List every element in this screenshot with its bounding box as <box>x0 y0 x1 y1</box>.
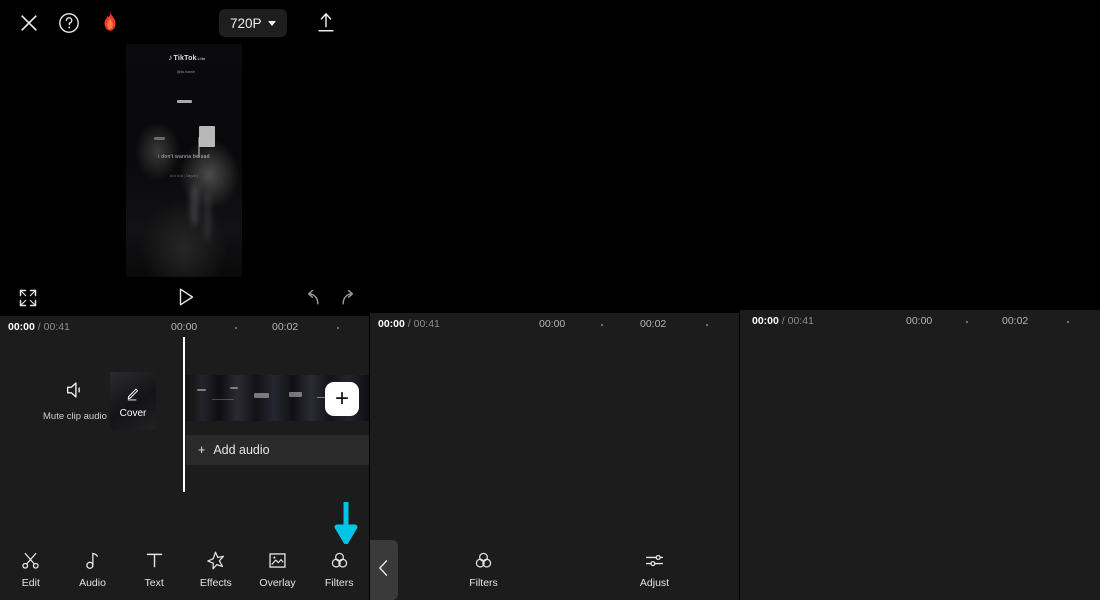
add-audio-track-panel1[interactable]: + Add audio <box>186 435 370 465</box>
three-circles-icon <box>473 550 494 572</box>
tool-filters-panel2[interactable]: Filters <box>398 538 569 600</box>
ruler-tick-0: 00:00 <box>539 318 566 330</box>
tool-overlay[interactable]: Overlay <box>247 550 309 589</box>
upload-icon[interactable] <box>315 11 337 35</box>
time-separator: / <box>404 318 414 330</box>
playback-controls-panel1 <box>0 280 370 316</box>
mute-clip-audio-label: Mute clip audio <box>43 411 107 422</box>
total-time: 00:41 <box>43 321 70 333</box>
time-separator: / <box>34 321 44 333</box>
back-button-panel2[interactable] <box>370 540 398 600</box>
panel-editor-main: 720P ♪ TikTok Lite @ds.namle i don't wan… <box>0 0 370 600</box>
expand-icon[interactable] <box>18 288 38 308</box>
current-time: 00:00 <box>8 321 35 333</box>
help-circle-icon[interactable] <box>58 12 80 34</box>
tiktok-lite-label: Lite <box>197 56 206 62</box>
tool-overlay-label: Overlay <box>259 576 296 589</box>
top-bar-panel2: 720P <box>370 0 740 45</box>
ruler-dot-1 <box>966 321 968 323</box>
video-frame: ♪ TikTok Lite @ds.namle i don't wanna be… <box>126 44 242 277</box>
timeline-panel2[interactable]: 00:00 / 00:41 00:00 00:02 <box>370 313 740 538</box>
tiktok-watermark: ♪ TikTok Lite <box>168 53 205 62</box>
resolution-selector-panel1[interactable]: 720P <box>219 9 287 37</box>
video-caption-sub: la la la la | Dayzin | <box>169 174 199 179</box>
pencil-icon <box>125 384 142 406</box>
ruler-tick-0: 00:00 <box>171 321 198 333</box>
filters-toolbar-items-panel2: Filters Adjust <box>398 538 740 600</box>
ruler-tick-0: 00:00 <box>906 315 933 327</box>
panel-filters-submenu: 720P ♪ TikTok Lite @ds.namle <box>370 0 740 600</box>
tool-filters-label-panel2: Filters <box>469 576 498 589</box>
tool-adjust-label-panel2: Adjust <box>639 576 670 589</box>
tiktok-username: @ds.namle <box>176 69 195 74</box>
ruler-dot-2 <box>337 327 339 329</box>
top-bar-panel3: 720P <box>740 0 1100 45</box>
sliders-icon <box>644 550 665 572</box>
tool-edit-label: Edit <box>21 576 40 589</box>
picture-frame-icon <box>267 550 288 572</box>
undo-icon[interactable] <box>302 288 322 308</box>
tool-audio-label: Audio <box>79 576 106 589</box>
add-clip-button-panel1[interactable]: + <box>325 382 359 416</box>
panel-divider-2 <box>739 0 740 600</box>
flame-icon[interactable] <box>99 11 121 35</box>
screenshot-stage: 720P ♪ TikTok Lite @ds.namle i don't wan… <box>0 0 1100 600</box>
tool-text[interactable]: Text <box>123 550 185 589</box>
text-t-icon <box>144 550 165 572</box>
three-circles-icon <box>329 550 350 572</box>
add-audio-label: Add audio <box>213 443 270 457</box>
ruler-dot-1 <box>235 327 237 329</box>
arrow-to-filters-panel1 <box>334 502 358 544</box>
play-icon[interactable] <box>175 286 197 308</box>
ruler-tick-1: 00:02 <box>1002 315 1029 327</box>
ruler-dot-1 <box>601 324 603 326</box>
tool-audio[interactable]: Audio <box>62 550 124 589</box>
total-time: 00:41 <box>413 318 440 330</box>
mute-clip-audio-button-panel1[interactable]: Mute clip audio <box>43 379 107 422</box>
ruler-dot-2 <box>706 324 708 326</box>
tool-filters[interactable]: Filters <box>308 550 370 589</box>
tiktok-note-glyph: ♪ <box>168 53 173 63</box>
ruler-dot-2 <box>1067 321 1069 323</box>
video-caption: i don't wanna be sad <box>158 153 210 160</box>
sparkle-star-icon <box>205 550 226 572</box>
close-icon[interactable] <box>18 12 40 34</box>
panel-filter-drawer-open: 720P ♪ TikTok Lite @ds.namle <box>740 0 1100 600</box>
timeline-ruler-panel2: 00:00 / 00:41 00:00 00:02 <box>370 313 740 337</box>
tool-text-label: Text <box>144 576 164 589</box>
chevron-left-icon <box>374 558 394 583</box>
timeline-ruler-panel3: 00:00 / 00:41 00:00 00:02 <box>740 310 1100 334</box>
speaker-mute-icon <box>64 379 86 406</box>
music-note-icon <box>82 550 103 572</box>
tool-effects-label: Effects <box>199 576 232 589</box>
panel-divider-1 <box>369 0 370 600</box>
video-preview-panel1[interactable]: ♪ TikTok Lite @ds.namle i don't wanna be… <box>68 44 300 277</box>
timecode-display-panel2: 00:00 / 00:41 <box>378 318 440 330</box>
timecode-display-panel3: 00:00 / 00:41 <box>752 315 814 327</box>
redo-icon[interactable] <box>339 288 359 308</box>
resolution-label: 720P <box>230 15 262 31</box>
add-audio-plus-icon: + <box>198 443 206 457</box>
current-time: 00:00 <box>752 315 779 327</box>
cover-button-panel1[interactable]: Cover <box>110 372 156 430</box>
tool-filters-label: Filters <box>324 576 354 589</box>
total-time: 00:41 <box>787 315 814 327</box>
ruler-tick-1: 00:02 <box>640 318 667 330</box>
chevron-down-icon <box>267 20 276 26</box>
tool-adjust-panel2[interactable]: Adjust <box>569 538 740 600</box>
cover-label: Cover <box>119 407 147 419</box>
main-toolbar-panel1: Edit Audio Text Effects Overlay Filters <box>0 538 370 600</box>
timeline-panel3[interactable]: 00:00 / 00:41 00:00 00:02 <box>740 310 1100 600</box>
ruler-tick-1: 00:02 <box>272 321 299 333</box>
tiktok-brand-label: TikTok <box>173 55 197 63</box>
playback-controls-panel2 <box>370 277 740 313</box>
top-bar-panel1: 720P <box>0 0 370 45</box>
playback-controls-panel3 <box>740 275 1100 311</box>
time-separator: / <box>778 315 788 327</box>
tool-edit[interactable]: Edit <box>0 550 62 589</box>
scissors-icon <box>20 550 41 572</box>
current-time: 00:00 <box>378 318 405 330</box>
timecode-display-panel1: 00:00 / 00:41 <box>8 321 70 333</box>
tool-effects[interactable]: Effects <box>185 550 247 589</box>
